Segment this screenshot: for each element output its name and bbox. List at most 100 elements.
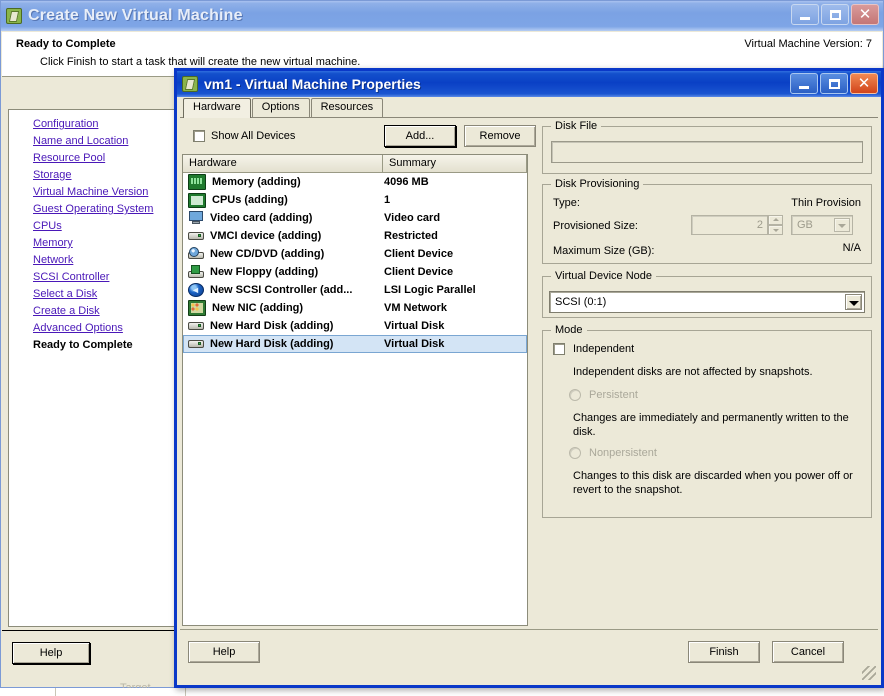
table-row[interactable]: New NIC (adding) VM Network xyxy=(183,299,527,317)
close-icon: ✕ xyxy=(857,74,871,92)
close-button[interactable]: ✕ xyxy=(850,73,878,94)
hardware-summary-cell: Video card xyxy=(384,212,441,224)
minimize-icon xyxy=(799,85,809,89)
maximize-button[interactable] xyxy=(821,4,849,25)
radio-icon xyxy=(569,447,581,459)
sidebar-item-select-a-disk[interactable]: Select a Disk xyxy=(9,286,175,303)
sidebar-item-resource-pool[interactable]: Resource Pool xyxy=(9,150,175,167)
sidebar-item-memory[interactable]: Memory xyxy=(9,235,175,252)
chevron-down-icon xyxy=(834,218,850,232)
close-button[interactable]: ✕ xyxy=(851,4,879,25)
outer-window-controls: ✕ xyxy=(791,4,879,25)
table-row[interactable]: New Hard Disk (adding) Virtual Disk xyxy=(183,317,527,335)
mode-group: Mode Independent Independent disks are n… xyxy=(542,324,872,518)
virtual-device-node-group: Virtual Device Node SCSI (0:1) xyxy=(542,270,872,318)
vm-app-icon xyxy=(6,8,22,24)
hardware-name-cell: New Hard Disk (adding) xyxy=(188,337,384,351)
disk-file-group: Disk File xyxy=(542,120,872,174)
mode-legend: Mode xyxy=(551,324,587,336)
tab-hardware[interactable]: Hardware xyxy=(183,98,251,118)
hardware-name-cell: New SCSI Controller (add... xyxy=(188,283,384,297)
table-row[interactable]: New SCSI Controller (add... LSI Logic Pa… xyxy=(183,281,527,299)
hardware-list[interactable]: Hardware Summary Memory (adding) 4096 MB… xyxy=(182,154,528,626)
stepper-up-icon[interactable] xyxy=(768,215,783,225)
outer-help-button[interactable]: Help xyxy=(12,642,90,664)
disk-file-input[interactable] xyxy=(551,141,863,163)
outer-titlebar: Create New Virtual Machine ✕ xyxy=(1,1,883,31)
column-header-summary[interactable]: Summary xyxy=(383,155,527,172)
provisioned-size-input[interactable]: 2 xyxy=(691,215,768,235)
hardware-name-text: New Hard Disk (adding) xyxy=(210,320,334,332)
hardware-name-cell: Video card (adding) xyxy=(188,211,384,225)
table-row[interactable]: Memory (adding) 4096 MB xyxy=(183,173,527,191)
hardware-name-cell: New Floppy (adding) xyxy=(188,265,384,279)
inner-dialog-title: vm1 - Virtual Machine Properties xyxy=(204,76,421,92)
remove-device-button[interactable]: Remove xyxy=(464,125,536,147)
hardware-name-text: Memory (adding) xyxy=(212,176,301,188)
stepper-down-icon[interactable] xyxy=(768,225,783,235)
virtual-device-node-select[interactable]: SCSI (0:1) xyxy=(549,291,865,313)
table-row[interactable]: New CD/DVD (adding) Client Device xyxy=(183,245,527,263)
cancel-button[interactable]: Cancel xyxy=(772,641,844,663)
hardware-summary-cell: LSI Logic Parallel xyxy=(384,284,476,296)
table-row[interactable]: Video card (adding) Video card xyxy=(183,209,527,227)
resize-grip[interactable] xyxy=(862,666,876,680)
add-device-button[interactable]: Add... xyxy=(384,125,456,147)
tab-resources[interactable]: Resources xyxy=(310,98,384,117)
hardware-name-text: New SCSI Controller (add... xyxy=(210,284,353,296)
sidebar-item-configuration[interactable]: Configuration xyxy=(9,116,175,133)
stepper-buttons[interactable] xyxy=(768,215,783,235)
dialog-footer: Help Finish Cancel xyxy=(180,629,878,682)
sidebar-item-cpus[interactable]: CPUs xyxy=(9,218,175,235)
maximize-button[interactable] xyxy=(820,73,848,94)
virtual-device-node-legend: Virtual Device Node xyxy=(551,270,657,282)
minimize-icon xyxy=(800,16,810,20)
show-all-devices-label: Show All Devices xyxy=(211,130,296,142)
provisioned-size-label: Provisioned Size: xyxy=(553,220,638,232)
disk-provisioning-legend: Disk Provisioning xyxy=(551,178,644,190)
page-subtitle: Click Finish to start a task that will c… xyxy=(40,56,361,68)
provisioned-size-stepper[interactable]: 2 xyxy=(691,215,783,235)
table-row-selected[interactable]: New Hard Disk (adding) Virtual Disk xyxy=(183,335,527,353)
vm-app-icon xyxy=(182,76,198,92)
radio-icon xyxy=(569,389,581,401)
column-header-hardware[interactable]: Hardware xyxy=(183,155,383,172)
hardware-name-text: New CD/DVD (adding) xyxy=(210,248,325,260)
hardware-summary-cell: Client Device xyxy=(384,248,454,260)
persistent-radio[interactable]: Persistent xyxy=(569,389,638,401)
maximum-size-value: N/A xyxy=(842,242,861,254)
sidebar-item-guest-operating-system[interactable]: Guest Operating System xyxy=(9,201,175,218)
minimize-button[interactable] xyxy=(790,73,818,94)
hardware-name-cell: CPUs (adding) xyxy=(188,192,384,208)
sidebar-item-network[interactable]: Network xyxy=(9,252,175,269)
show-all-devices-checkbox[interactable]: Show All Devices xyxy=(193,130,295,142)
hard-disk-icon xyxy=(188,337,204,351)
table-row[interactable]: New Floppy (adding) Client Device xyxy=(183,263,527,281)
hardware-summary-cell: VM Network xyxy=(384,302,447,314)
finish-button[interactable]: Finish xyxy=(688,641,760,663)
provisioned-size-unit-select[interactable]: GB xyxy=(791,215,853,235)
hardware-tab-panel: Show All Devices Add... Remove Hardware … xyxy=(180,118,878,630)
independent-checkbox[interactable]: Independent xyxy=(553,343,634,355)
sidebar-item-name-and-location[interactable]: Name and Location xyxy=(9,133,175,150)
maximize-icon xyxy=(828,78,840,89)
sidebar-item-storage[interactable]: Storage xyxy=(9,167,175,184)
floppy-icon xyxy=(188,265,204,279)
table-row[interactable]: VMCI device (adding) Restricted xyxy=(183,227,527,245)
hardware-summary-cell: 4096 MB xyxy=(384,176,429,188)
hardware-summary-cell: 1 xyxy=(384,194,391,206)
hard-disk-icon xyxy=(188,319,204,333)
hardware-name-text: New NIC (adding) xyxy=(212,302,304,314)
sidebar-item-create-a-disk[interactable]: Create a Disk xyxy=(9,303,175,320)
minimize-button[interactable] xyxy=(791,4,819,25)
checkbox-icon xyxy=(553,343,565,355)
sidebar-item-virtual-machine-version[interactable]: Virtual Machine Version xyxy=(9,184,175,201)
hardware-summary-cell: Client Device xyxy=(384,266,454,278)
tab-options[interactable]: Options xyxy=(251,98,310,117)
help-button[interactable]: Help xyxy=(188,641,260,663)
sidebar-item-scsi-controller[interactable]: SCSI Controller xyxy=(9,269,175,286)
nonpersistent-radio[interactable]: Nonpersistent xyxy=(569,447,657,459)
table-row[interactable]: CPUs (adding) 1 xyxy=(183,191,527,209)
sidebar-item-advanced-options[interactable]: Advanced Options xyxy=(9,320,175,337)
nic-icon xyxy=(188,300,206,316)
